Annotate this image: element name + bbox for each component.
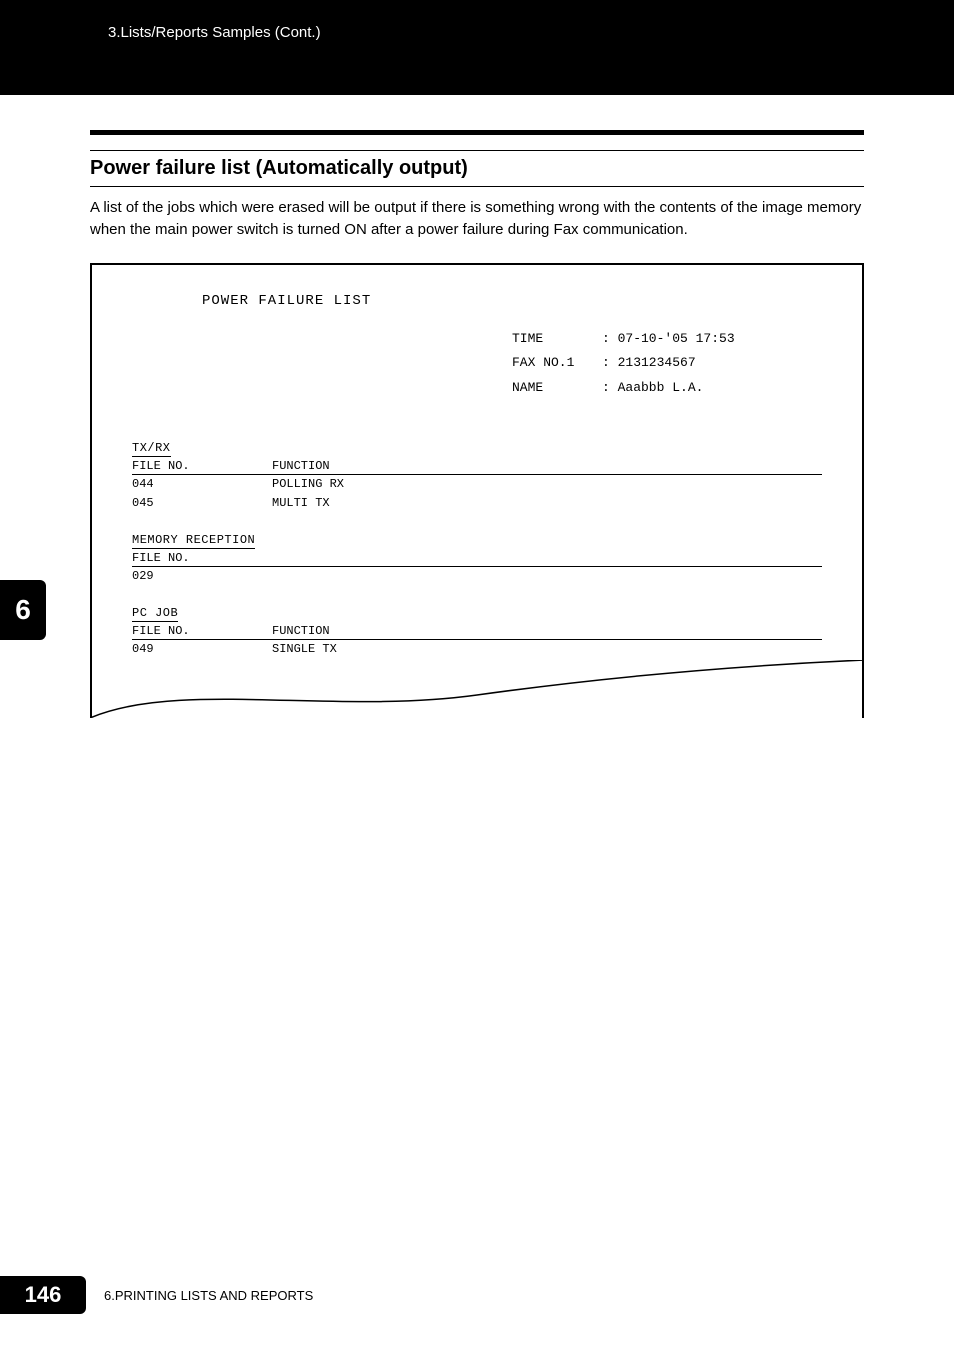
page-number-box: 146	[0, 1276, 86, 1314]
cell-function	[272, 567, 472, 586]
table-row: 044 POLLING RX	[132, 475, 822, 494]
cell-function: MULTI TX	[272, 494, 472, 513]
header-band: 3.Lists/Reports Samples (Cont.)	[0, 0, 954, 95]
chapter-number: 6	[15, 594, 31, 626]
content-area: Power failure list (Automatically output…	[0, 130, 954, 718]
group-header: TX/RX	[132, 441, 171, 457]
table-row: 045 MULTI TX	[132, 494, 822, 513]
section-intro: A list of the jobs which were erased wil…	[90, 197, 864, 241]
thick-divider	[90, 130, 864, 135]
meta-row-fax: FAX NO.1 : 2131234567	[512, 351, 822, 376]
table-row: 029	[132, 567, 822, 586]
meta-row-name: NAME : Aaabbb L.A.	[512, 376, 822, 401]
meta-fax-value: : 2131234567	[602, 351, 696, 376]
cell-fileno: 029	[132, 567, 272, 586]
cell-function: POLLING RX	[272, 475, 472, 494]
meta-fax-label: FAX NO.1	[512, 351, 602, 376]
section-title: Power failure list (Automatically output…	[90, 150, 864, 187]
cell-fileno: 045	[132, 494, 272, 513]
group-txrx: TX/RX FILE NO. FUNCTION 044 POLLING RX 0…	[132, 441, 822, 513]
group-header: PC JOB	[132, 606, 178, 622]
report-title: POWER FAILURE LIST	[202, 293, 822, 309]
meta-time-value: : 07-10-'05 17:53	[602, 327, 735, 352]
meta-time-label: TIME	[512, 327, 602, 352]
group-memory: MEMORY RECEPTION FILE NO. 029	[132, 533, 822, 586]
meta-row-time: TIME : 07-10-'05 17:53	[512, 327, 822, 352]
col-function	[272, 551, 472, 565]
group-columns: FILE NO.	[132, 551, 822, 567]
col-fileno: FILE NO.	[132, 551, 272, 565]
page-number: 146	[25, 1282, 62, 1308]
chapter-tab: 6	[0, 580, 46, 640]
col-function: FUNCTION	[272, 459, 472, 473]
footer: 146 6.PRINTING LISTS AND REPORTS	[0, 1276, 313, 1314]
table-row: 049 SINGLE TX	[132, 640, 822, 659]
cell-fileno: 044	[132, 475, 272, 494]
breadcrumb: 3.Lists/Reports Samples (Cont.)	[108, 24, 321, 41]
report-meta: TIME : 07-10-'05 17:53 FAX NO.1 : 213123…	[512, 327, 822, 401]
group-columns: FILE NO. FUNCTION	[132, 624, 822, 640]
group-columns: FILE NO. FUNCTION	[132, 459, 822, 475]
report-sample-box: POWER FAILURE LIST TIME : 07-10-'05 17:5…	[90, 263, 864, 718]
meta-name-value: : Aaabbb L.A.	[602, 376, 703, 401]
footer-text: 6.PRINTING LISTS AND REPORTS	[104, 1288, 313, 1303]
col-fileno: FILE NO.	[132, 624, 272, 638]
cell-fileno: 049	[132, 640, 272, 659]
meta-name-label: NAME	[512, 376, 602, 401]
group-header: MEMORY RECEPTION	[132, 533, 255, 549]
col-function: FUNCTION	[272, 624, 472, 638]
cell-function: SINGLE TX	[272, 640, 472, 659]
col-fileno: FILE NO.	[132, 459, 272, 473]
torn-edge-icon	[90, 660, 864, 718]
